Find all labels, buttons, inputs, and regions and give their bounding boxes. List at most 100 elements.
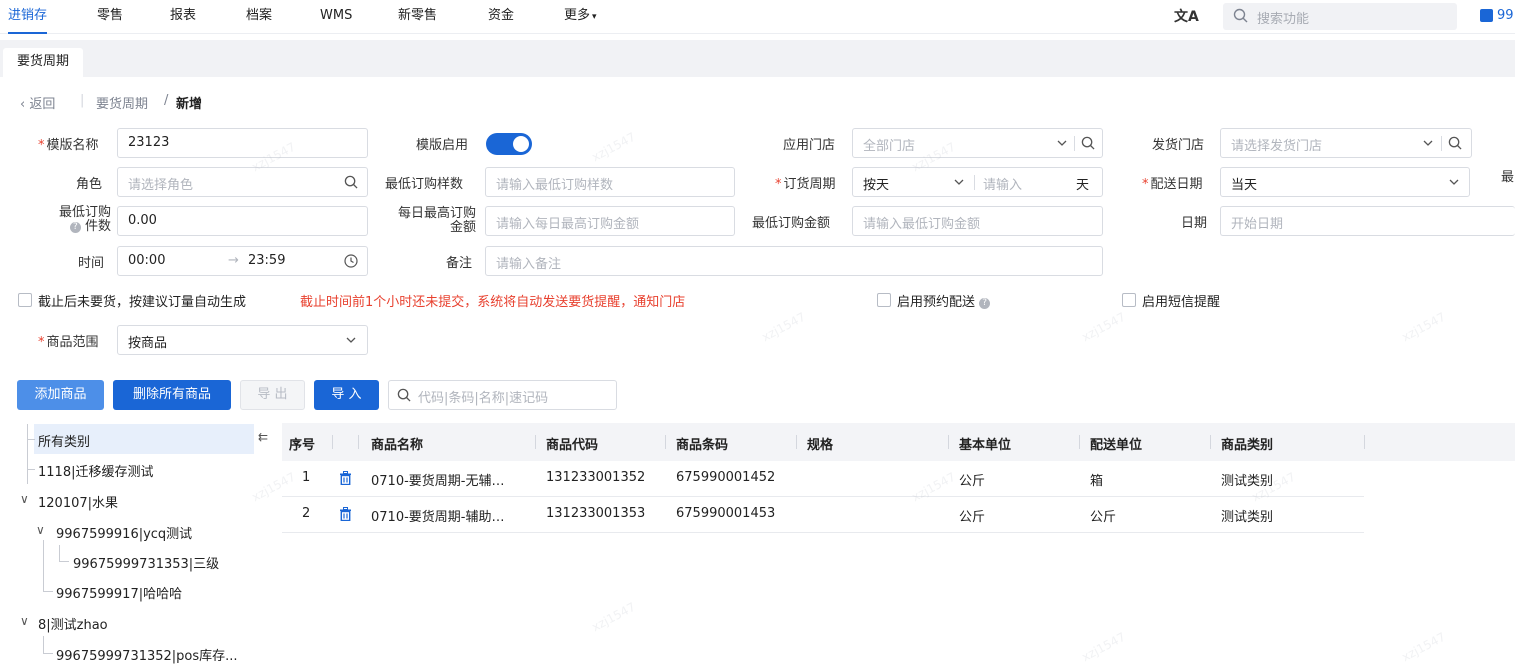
apply-store-placeholder: 全部门店 <box>863 139 916 154</box>
order-cycle-unit: 天 <box>1076 178 1090 193</box>
start-date-input[interactable]: 开始日期 <box>1220 206 1515 236</box>
tree-connector <box>27 469 35 470</box>
toggle-knob <box>513 136 529 152</box>
tree-item-all[interactable]: 所有类别 <box>38 431 90 450</box>
tree-item[interactable]: 99675999731353|三级 <box>73 553 219 572</box>
breadcrumb-parent[interactable]: 要货周期 <box>96 93 148 112</box>
store-code-partial[interactable]: 99 <box>1497 8 1514 23</box>
apply-store-select[interactable]: 全部门店 <box>852 128 1103 158</box>
column-divider <box>358 435 359 449</box>
apply-store-label: 应用门店 <box>783 138 836 153</box>
chevron-down-icon[interactable]: ∨ <box>20 614 29 628</box>
chevron-down-icon[interactable] <box>954 179 964 185</box>
tree-item[interactable]: 120107|水果 <box>38 492 118 511</box>
sms-reminder-label[interactable]: 启用短信提醒 <box>1142 291 1220 310</box>
trash-icon[interactable] <box>339 471 352 485</box>
chevron-down-icon <box>346 337 356 343</box>
time-range-picker[interactable]: 00:00 → 23:59 <box>117 246 368 276</box>
table-row[interactable]: 1 0710-要货周期-无辅… 131233001352 67599000145… <box>282 461 1364 497</box>
trash-icon[interactable] <box>339 507 352 521</box>
column-header-name[interactable]: 商品名称 <box>371 434 423 453</box>
search-icon[interactable] <box>1081 136 1095 150</box>
column-header-delivery-unit[interactable]: 配送单位 <box>1090 434 1142 453</box>
date-label: 日期 <box>1181 216 1208 231</box>
nav-item-inventory[interactable]: 进销存 <box>8 0 48 34</box>
order-cycle-days-input[interactable]: 请输入 <box>983 174 1022 193</box>
table-row[interactable]: 2 0710-要货周期-辅助… 131233001353 67599000145… <box>282 497 1364 533</box>
sms-reminder-checkbox[interactable] <box>1122 293 1136 307</box>
import-button[interactable]: 导 入 <box>314 380 379 410</box>
nav-item-funds[interactable]: 资金 <box>488 0 514 34</box>
column-header-index[interactable]: 序号 <box>289 434 315 453</box>
min-qty-input[interactable]: 0.00 <box>117 206 368 236</box>
cell-base-unit: 公斤 <box>959 510 986 525</box>
delivery-date-label: * 配送日期 <box>1142 177 1203 192</box>
nav-item-retail[interactable]: 零售 <box>97 0 123 34</box>
auto-generate-label[interactable]: 截止后未要货，按建议订量自动生成 <box>38 291 246 310</box>
partial-label-right: 最 <box>1501 170 1515 185</box>
watermark: xzj1547 <box>1079 629 1128 665</box>
chevron-down-icon[interactable]: ∨ <box>20 492 29 506</box>
ship-store-select[interactable]: 请选择发货门店 <box>1220 128 1472 158</box>
order-cycle-value[interactable]: 按天 <box>863 174 889 193</box>
role-select[interactable]: 请选择角色 <box>117 167 368 197</box>
tab-order-cycle[interactable]: 要货周期 <box>3 48 83 77</box>
column-header-spec[interactable]: 规格 <box>807 434 833 453</box>
tree-connector <box>43 591 53 592</box>
daily-max-label: 每日最高订购 金额 <box>397 206 476 235</box>
store-icon[interactable] <box>1480 9 1493 22</box>
add-product-button[interactable]: 添加商品 <box>17 380 104 410</box>
auto-generate-checkbox[interactable] <box>18 293 32 307</box>
template-enabled-toggle[interactable] <box>486 133 532 155</box>
column-divider <box>535 435 536 449</box>
cell-delivery-unit[interactable]: 箱 <box>1090 470 1103 489</box>
min-sample-input[interactable]: 请输入最低订购样数 <box>485 167 735 197</box>
collapse-sidebar-icon[interactable]: ⇇ <box>258 430 268 444</box>
back-link[interactable]: ‹ 返回 <box>20 93 55 112</box>
tree-item[interactable]: 8|测试zhao <box>38 614 108 633</box>
column-divider <box>1079 435 1080 449</box>
tree-item[interactable]: 1118|迁移缓存测试 <box>38 461 153 480</box>
field-divider <box>1074 136 1075 151</box>
reserve-delivery-checkbox[interactable] <box>877 293 891 307</box>
tree-item[interactable]: 9967599917|哈哈哈 <box>56 583 182 602</box>
function-search-placeholder: 搜索功能 <box>1257 12 1310 27</box>
search-icon[interactable] <box>344 175 358 189</box>
nav-item-reports[interactable]: 报表 <box>170 0 196 34</box>
min-amount-input[interactable]: 请输入最低订购金额 <box>852 206 1103 236</box>
column-header-base-unit[interactable]: 基本单位 <box>959 434 1011 453</box>
daily-max-input[interactable]: 请输入每日最高订购金额 <box>485 206 735 236</box>
watermark: xzj1547 <box>759 309 808 345</box>
column-header-barcode[interactable]: 商品条码 <box>676 434 728 453</box>
tree-connector <box>27 424 28 484</box>
column-header-category[interactable]: 商品类别 <box>1221 434 1273 453</box>
function-search-input[interactable]: 搜索功能 <box>1223 3 1457 30</box>
product-scope-select[interactable]: 按商品 <box>117 325 368 355</box>
search-icon <box>1233 8 1248 23</box>
tree-connector <box>59 545 60 561</box>
nav-item-archives[interactable]: 档案 <box>246 0 272 34</box>
help-icon[interactable]: ? <box>979 298 991 309</box>
breadcrumb-current: 新增 <box>176 97 203 112</box>
column-header-code[interactable]: 商品代码 <box>546 434 598 453</box>
nav-item-more[interactable]: 更多 ▾ <box>564 0 597 34</box>
template-name-input[interactable]: 23123 <box>117 128 368 158</box>
remark-input[interactable]: 请输入备注 <box>485 246 1103 276</box>
export-button[interactable]: 导 出 <box>240 380 305 410</box>
delivery-date-select[interactable]: 当天 <box>1220 167 1470 197</box>
product-search-input[interactable]: 代码|条码|名称|速记码 <box>388 380 617 410</box>
min-sample-label: 最低订购样数 <box>385 177 464 192</box>
tree-item[interactable]: 9967599916|ycq测试 <box>56 523 192 542</box>
delete-all-products-button[interactable]: 删除所有商品 <box>113 380 231 410</box>
cell-delivery-unit[interactable]: 公斤 <box>1090 506 1116 525</box>
tree-item[interactable]: 99675999731352|pos库存... <box>56 645 238 664</box>
help-icon[interactable]: ? <box>69 222 81 233</box>
chevron-down-icon[interactable]: ∨ <box>36 523 45 537</box>
min-qty-value: 0.00 <box>128 213 157 228</box>
translate-icon[interactable]: 文A <box>1174 6 1199 26</box>
nav-item-new-retail[interactable]: 新零售 <box>398 0 437 34</box>
search-icon[interactable] <box>1448 136 1462 150</box>
chevron-down-icon <box>1057 140 1067 146</box>
reserve-delivery-label[interactable]: 启用预约配送 ? <box>897 291 991 310</box>
nav-item-wms[interactable]: WMS <box>320 0 352 34</box>
